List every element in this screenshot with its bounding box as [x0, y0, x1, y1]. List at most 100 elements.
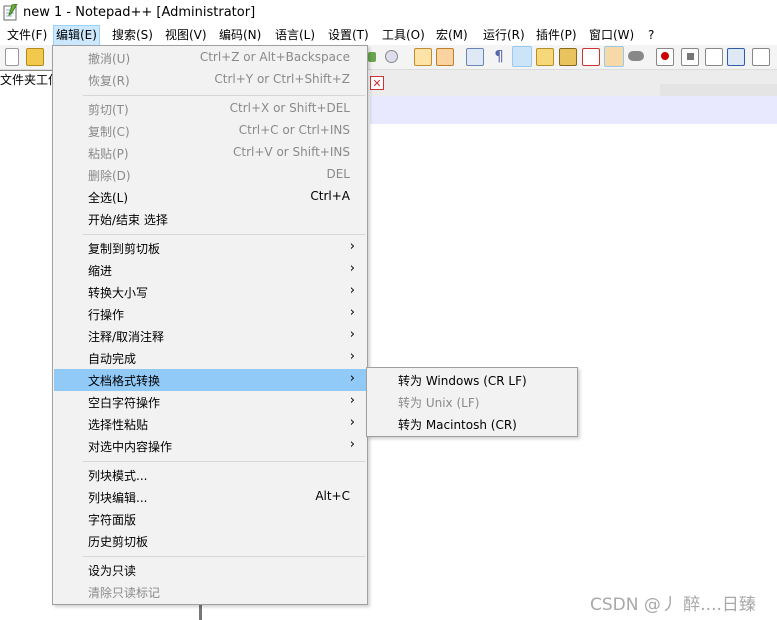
menu-item-label: 删除(D) — [88, 169, 131, 183]
menu-item-cut[interactable]: 剪切(T) Ctrl+X or Shift+DEL — [54, 98, 366, 120]
menu-help[interactable]: ? — [646, 26, 656, 45]
menu-item-undo[interactable]: 撤消(U) Ctrl+Z or Alt+Backspace — [54, 47, 366, 69]
submenu-item-windows-crlf[interactable]: 转为 Windows (CR LF) — [368, 369, 576, 391]
submenu-arrow-icon: › — [349, 327, 355, 342]
menu-item-eol-conversion[interactable]: 文档格式转换 › — [54, 369, 366, 391]
menu-item-blank-operations[interactable]: 空白字符操作 › — [54, 391, 366, 413]
shortcut-label: Alt+C — [315, 489, 350, 503]
menu-item-label: 复制到剪切板 — [88, 242, 161, 256]
submenu-arrow-icon: › — [349, 305, 355, 320]
menu-edit[interactable]: 编辑(E) — [53, 25, 100, 46]
menu-run[interactable]: 运行(R) — [481, 26, 527, 45]
submenu-arrow-icon: › — [349, 239, 355, 254]
submenu-item-label: 转为 Macintosh (CR) — [398, 418, 517, 432]
menu-plugins[interactable]: 插件(P) — [534, 26, 579, 45]
word-wrap-icon[interactable] — [466, 48, 484, 66]
play-macro-icon[interactable] — [705, 48, 723, 66]
shortcut-label: Ctrl+C or Ctrl+INS — [238, 123, 350, 137]
menu-item-convert-case[interactable]: 转换大小写 › — [54, 281, 366, 303]
indent-guide-icon[interactable] — [512, 46, 532, 67]
menu-item-paste[interactable]: 粘贴(P) Ctrl+V or Shift+INS — [54, 142, 366, 164]
menu-item-delete[interactable]: 删除(D) DEL — [54, 164, 366, 186]
menu-item-select-all[interactable]: 全选(L) Ctrl+A — [54, 186, 366, 208]
menu-item-label: 历史剪切板 — [88, 535, 149, 549]
menu-item-begin-end-select[interactable]: 开始/结束 选择 — [54, 208, 366, 230]
find-icon[interactable] — [385, 50, 398, 63]
tab-close-icon[interactable]: ✕ — [370, 76, 384, 90]
menu-language[interactable]: 语言(L) — [273, 26, 317, 45]
menu-item-column-editor[interactable]: 列块编辑... Alt+C — [54, 486, 366, 508]
menu-item-copy-to-clipboard[interactable]: 复制到剪切板 › — [54, 237, 366, 259]
show-all-chars-icon[interactable]: ¶ — [491, 48, 507, 64]
menu-separator — [83, 234, 365, 235]
menu-item-auto-completion[interactable]: 自动完成 › — [54, 347, 366, 369]
submenu-arrow-icon: › — [349, 261, 355, 276]
submenu-item-label: 转为 Windows (CR LF) — [398, 374, 527, 388]
menu-window[interactable]: 窗口(W) — [587, 26, 636, 45]
menu-item-label: 粘贴(P) — [88, 147, 129, 161]
menu-item-label: 设为只读 — [88, 564, 137, 578]
open-file-icon[interactable] — [26, 48, 44, 66]
record-macro-icon[interactable] — [656, 48, 674, 66]
menu-item-label: 列块模式... — [88, 469, 148, 483]
menu-item-comment[interactable]: 注释/取消注释 › — [54, 325, 366, 347]
function-list-icon[interactable] — [582, 48, 600, 66]
submenu-arrow-icon: › — [349, 371, 355, 386]
menu-item-set-read-only[interactable]: 设为只读 — [54, 559, 366, 581]
stop-macro-icon[interactable] — [681, 48, 699, 66]
menu-item-label: 剪切(T) — [88, 103, 129, 117]
submenu-arrow-icon: › — [349, 283, 355, 298]
menu-item-paste-special[interactable]: 选择性粘贴 › — [54, 413, 366, 435]
menu-item-label: 复制(C) — [88, 125, 130, 139]
menu-item-on-selection[interactable]: 对选中内容操作 › — [54, 435, 366, 457]
menu-tools[interactable]: 工具(O) — [380, 26, 427, 45]
menu-macro[interactable]: 宏(M) — [434, 26, 470, 45]
menu-item-label: 字符面版 — [88, 513, 137, 527]
menu-bar: 文件(F) 编辑(E) 搜索(S) 视图(V) 编码(N) 语言(L) 设置(T… — [0, 25, 777, 46]
menu-item-label: 撤消(U) — [88, 52, 131, 66]
sync-horizontal-icon[interactable] — [436, 48, 454, 66]
current-line-highlight — [370, 96, 777, 124]
submenu-item-macintosh-cr[interactable]: 转为 Macintosh (CR) — [368, 413, 576, 435]
submenu-arrow-icon: › — [349, 437, 355, 452]
menu-file[interactable]: 文件(F) — [5, 26, 49, 45]
run-macro-multiple-icon[interactable] — [727, 48, 745, 66]
menu-item-label: 文档格式转换 — [88, 374, 161, 388]
menu-item-label: 开始/结束 选择 — [88, 213, 168, 227]
menu-item-label: 全选(L) — [88, 191, 129, 205]
shortcut-label: Ctrl+Y or Ctrl+Shift+Z — [214, 72, 350, 86]
menu-item-label: 清除只读标记 — [88, 586, 161, 600]
menu-item-line-operations[interactable]: 行操作 › — [54, 303, 366, 325]
menu-item-label: 恢复(R) — [88, 74, 130, 88]
submenu-arrow-icon: › — [349, 415, 355, 430]
user-lang-icon[interactable] — [536, 48, 554, 66]
menu-item-label: 注释/取消注释 — [88, 330, 165, 344]
zoom-icon[interactable] — [368, 52, 376, 62]
menu-view[interactable]: 视图(V) — [163, 26, 209, 45]
menu-item-indent[interactable]: 缩进 › — [54, 259, 366, 281]
menu-item-label: 列块编辑... — [88, 491, 148, 505]
notepadpp-app-icon — [3, 4, 18, 21]
menu-item-redo[interactable]: 恢复(R) Ctrl+Y or Ctrl+Shift+Z — [54, 69, 366, 91]
folder-workspace-panel — [0, 89, 52, 620]
menu-item-character-panel[interactable]: 字符面版 — [54, 508, 366, 530]
doc-map-icon[interactable] — [559, 48, 577, 66]
menu-item-label: 转换大小写 — [88, 286, 149, 300]
menu-item-copy[interactable]: 复制(C) Ctrl+C or Ctrl+INS — [54, 120, 366, 142]
folder-workspace-icon[interactable] — [604, 46, 624, 67]
shortcut-label: Ctrl+V or Shift+INS — [233, 145, 350, 159]
menu-search[interactable]: 搜索(S) — [110, 26, 155, 45]
edit-menu-dropdown: 撤消(U) Ctrl+Z or Alt+Backspace 恢复(R) Ctrl… — [52, 45, 368, 605]
menu-item-clear-read-only[interactable]: 清除只读标记 — [54, 581, 366, 603]
sync-scroll-icon[interactable] — [414, 48, 432, 66]
menu-item-column-mode[interactable]: 列块模式... — [54, 464, 366, 486]
save-macro-icon[interactable] — [752, 48, 770, 66]
menu-separator — [83, 461, 365, 462]
window-title: new 1 - Notepad++ [Administrator] — [23, 5, 256, 20]
new-file-icon[interactable] — [5, 48, 19, 66]
menu-settings[interactable]: 设置(T) — [326, 26, 371, 45]
submenu-item-unix-lf[interactable]: 转为 Unix (LF) — [368, 391, 576, 413]
menu-encoding[interactable]: 编码(N) — [217, 26, 263, 45]
menu-item-clipboard-history[interactable]: 历史剪切板 — [54, 530, 366, 552]
monitoring-icon[interactable] — [628, 51, 644, 61]
